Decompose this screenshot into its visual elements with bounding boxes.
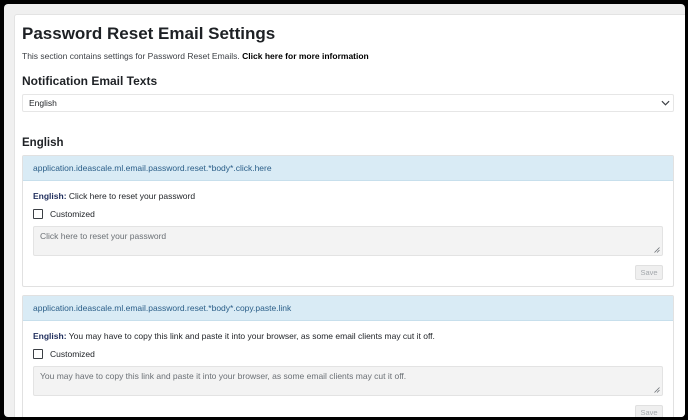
card-body: English: You may have to copy this link … (23, 321, 673, 417)
customized-row: Customized (33, 348, 663, 360)
customized-label: Customized (50, 349, 95, 359)
customized-checkbox[interactable] (33, 349, 43, 359)
settings-panel: Password Reset Email Settings This secti… (14, 14, 685, 417)
resize-grip-icon[interactable] (654, 387, 660, 393)
card-body: English: Click here to reset your passwo… (23, 181, 673, 286)
message-key-header: application.ideascale.ml.email.password.… (23, 156, 673, 181)
more-info-link[interactable]: Click here for more information (242, 51, 369, 61)
page-subtitle: This section contains settings for Passw… (22, 51, 674, 62)
customized-row: Customized (33, 208, 663, 220)
save-row: Save (33, 405, 663, 417)
save-button[interactable]: Save (635, 265, 663, 280)
language-heading: English (22, 137, 64, 149)
save-button[interactable]: Save (635, 405, 663, 417)
subtitle-text: This section contains settings for Passw… (22, 51, 240, 61)
notification-texts-heading: Notification Email Texts (22, 74, 158, 88)
textarea-value: Click here to reset your password (40, 231, 167, 241)
page-title: Password Reset Email Settings (22, 24, 276, 43)
language-label: English: (33, 331, 67, 341)
default-text: Click here to reset your password (68, 191, 196, 201)
chevron-down-icon (661, 100, 670, 106)
language-label: English: (33, 191, 67, 201)
message-card-click-here: application.ideascale.ml.email.password.… (22, 155, 674, 287)
language-select-value: English (29, 98, 57, 108)
default-text: You may have to copy this link and paste… (68, 331, 435, 341)
screenshot-frame: Password Reset Email Settings This secti… (4, 4, 685, 417)
save-row: Save (33, 265, 663, 280)
customized-label: Customized (50, 209, 95, 219)
message-card-copy-paste-link: application.ideascale.ml.email.password.… (22, 295, 674, 417)
settings-content: Password Reset Email Settings This secti… (22, 21, 674, 417)
custom-text-textarea[interactable]: Click here to reset your password (33, 226, 663, 256)
customized-checkbox[interactable] (33, 209, 43, 219)
custom-text-textarea[interactable]: You may have to copy this link and paste… (33, 366, 663, 396)
message-key-header: application.ideascale.ml.email.password.… (23, 296, 673, 321)
language-select[interactable]: English (22, 94, 674, 112)
resize-grip-icon[interactable] (654, 247, 660, 253)
default-text-line: English: You may have to copy this link … (33, 331, 663, 342)
textarea-value: You may have to copy this link and paste… (40, 371, 407, 381)
default-text-line: English: Click here to reset your passwo… (33, 191, 663, 202)
